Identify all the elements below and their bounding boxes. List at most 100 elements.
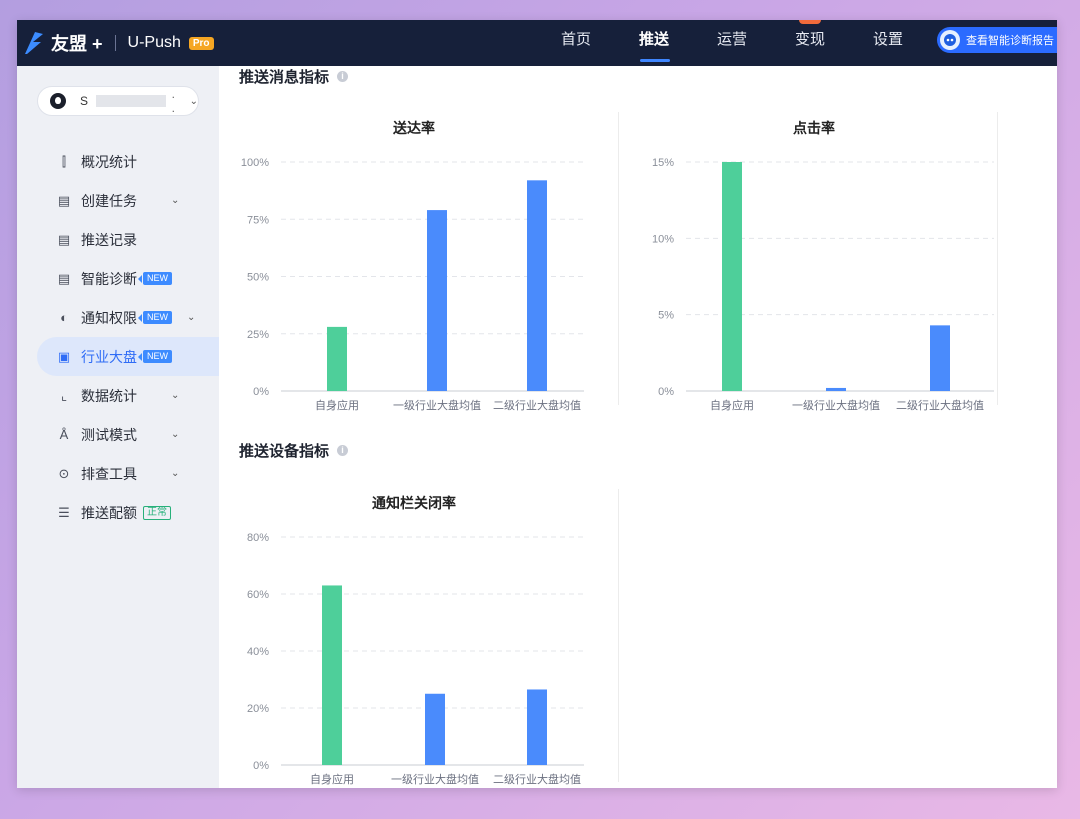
main-nav: 首页 推送 运营 变现 设置 — [537, 20, 927, 66]
chart-notification-close-rate: 通知栏关闭率 0% 20% 40% 60% 80% 自身应用 一级行业大盘均值 二级行业大盘均… — [229, 489, 599, 788]
chart-click-rate: 点击率 0% 5% 10% 15% 自身应用 一级行业大盘均值 二级行业大盘均值 — [624, 114, 1024, 414]
record-icon: ▤ — [57, 231, 71, 247]
sidebar-item-push-quota[interactable]: ☰ 推送配额 正常 — [37, 493, 219, 532]
bar[interactable] — [930, 325, 950, 391]
sidebar-item-create-task[interactable]: ▤ 创建任务 ⌄ — [37, 181, 219, 220]
sidebar-item-label: 推送配额 — [81, 504, 137, 521]
bar[interactable] — [527, 689, 547, 765]
section-title-message: 推送消息指标 i — [239, 66, 349, 87]
x-tick-label: 自身应用 — [710, 398, 754, 412]
hot-tag-icon — [799, 20, 821, 24]
sidebar-item-overview[interactable]: ⫿ 概况统计 — [37, 142, 219, 181]
y-tick-label: 100% — [241, 157, 269, 169]
app-selector[interactable]: S . . ⌄ — [37, 86, 199, 116]
brand[interactable]: 友盟 + U-Push Pro — [23, 28, 214, 58]
new-badge: NEW — [138, 272, 172, 285]
new-badge: NEW — [138, 311, 172, 324]
x-tick-label: 二级行业大盘均值 — [896, 398, 984, 412]
section-title-text: 推送消息指标 — [239, 69, 330, 86]
sidebar-item-industry-dashboard[interactable]: ▣ 行业大盘 NEW — [37, 337, 219, 376]
chevron-down-icon: ⌄ — [171, 468, 180, 479]
umeng-logo-icon — [25, 32, 43, 54]
section-title-text: 推送设备指标 — [239, 443, 330, 460]
nav-home[interactable]: 首页 — [537, 20, 615, 66]
chart-icon: ⫿ — [61, 153, 67, 169]
nav-settings[interactable]: 设置 — [849, 20, 927, 66]
app-window: 友盟 + U-Push Pro 首页 推送 运营 变现 设置 查看智能诊断报告 … — [17, 20, 1057, 788]
brand-name: 友盟 + — [51, 34, 103, 54]
sidebar-item-label: 通知权限 — [81, 309, 137, 326]
sidebar-menu: ⫿ 概况统计 ▤ 创建任务 ⌄ ▤ 推送记录 ▤ 智能诊断 NEW ◐ 通知权限… — [37, 142, 219, 532]
x-tick-label: 一级行业大盘均值 — [391, 772, 479, 786]
chart-title: 送达率 — [393, 120, 435, 136]
y-tick-label: 50% — [247, 272, 269, 284]
chart-divider — [997, 112, 998, 405]
sidebar-item-push-records[interactable]: ▤ 推送记录 — [37, 220, 219, 259]
y-tick-label: 0% — [253, 760, 269, 772]
y-tick-label: 0% — [253, 386, 269, 398]
bar[interactable] — [327, 326, 347, 391]
sidebar-item-label: 创建任务 — [81, 192, 137, 209]
sidebar-item-label: 行业大盘 — [81, 348, 137, 365]
nav-operation[interactable]: 运营 — [693, 20, 771, 66]
info-icon[interactable]: i — [337, 445, 349, 456]
product-name: U-Push — [127, 34, 181, 51]
permission-icon: ◐ — [60, 310, 68, 325]
nav-home-label: 首页 — [560, 31, 591, 48]
info-icon[interactable]: i — [337, 71, 349, 82]
nav-monetize-label: 变现 — [794, 31, 825, 48]
bar[interactable] — [425, 693, 445, 765]
new-badge: NEW — [138, 350, 172, 363]
sidebar-item-label: 数据统计 — [81, 387, 137, 404]
sidebar-item-label: 概况统计 — [81, 153, 137, 170]
dashboard-icon: ▣ — [57, 348, 71, 364]
chart-title: 点击率 — [793, 120, 835, 136]
sidebar-item-data-stats[interactable]: ⌞ 数据统计 ⌄ — [37, 376, 219, 415]
y-tick-label: 0% — [658, 386, 674, 398]
y-tick-label: 60% — [247, 589, 269, 601]
sidebar-item-permission[interactable]: ◐ 通知权限 NEW ⌄ — [37, 298, 219, 337]
nav-push[interactable]: 推送 — [615, 20, 693, 66]
chevron-down-icon: ⌄ — [189, 95, 198, 107]
nav-monetize[interactable]: 变现 — [771, 20, 849, 66]
x-tick-label: 一级行业大盘均值 — [792, 398, 880, 412]
sidebar-item-label: 排查工具 — [81, 465, 137, 482]
app-name-redacted — [95, 95, 166, 107]
apple-icon — [50, 93, 66, 109]
y-tick-label: 15% — [652, 157, 674, 169]
chevron-down-icon: ⌄ — [187, 312, 196, 323]
bar[interactable] — [527, 180, 547, 391]
y-tick-label: 40% — [247, 646, 269, 658]
top-navbar: 友盟 + U-Push Pro 首页 推送 运营 变现 设置 查看智能诊断报告 — [17, 20, 1057, 66]
stats-icon: ⌞ — [60, 387, 68, 403]
sidebar-item-diagnose[interactable]: ▤ 智能诊断 NEW — [37, 259, 219, 298]
nav-push-label: 推送 — [638, 31, 669, 48]
x-tick-label: 二级行业大盘均值 — [493, 772, 581, 786]
sidebar-item-label: 推送记录 — [81, 231, 137, 248]
y-tick-label: 5% — [658, 310, 674, 322]
pro-badge: Pro — [188, 36, 214, 50]
sidebar-item-test-mode[interactable]: Å 测试模式 ⌄ — [37, 415, 219, 454]
app-name-suffix: . . — [171, 87, 175, 115]
nav-settings-label: 设置 — [872, 31, 903, 48]
y-tick-label: 20% — [247, 703, 269, 715]
diagnose-icon: ▤ — [57, 270, 71, 286]
brand-divider — [114, 35, 116, 51]
bar[interactable] — [722, 162, 742, 391]
chart-delivery-rate: 送达率 0% 25% 50% 75% 100% 自身应用 一级行业大盘均值 二级行业大盘均值 — [229, 114, 599, 414]
sidebar-item-troubleshoot[interactable]: ⊙ 排查工具 ⌄ — [37, 454, 219, 493]
y-tick-label: 10% — [652, 233, 674, 245]
y-tick-label: 25% — [247, 329, 269, 341]
bar[interactable] — [427, 210, 447, 391]
bar[interactable] — [826, 387, 846, 391]
bar[interactable] — [322, 585, 342, 765]
chevron-down-icon: ⌄ — [171, 390, 180, 401]
chart-divider — [618, 489, 619, 782]
y-tick-label: 80% — [247, 532, 269, 544]
quota-icon: ☰ — [58, 504, 70, 520]
x-tick-label: 自身应用 — [310, 772, 354, 786]
sidebar-item-label: 测试模式 — [81, 426, 137, 443]
chevron-down-icon: ⌄ — [171, 429, 180, 440]
diagnose-report-button[interactable]: 查看智能诊断报告 — [937, 27, 1057, 53]
section-title-device: 推送设备指标 i — [239, 440, 349, 461]
